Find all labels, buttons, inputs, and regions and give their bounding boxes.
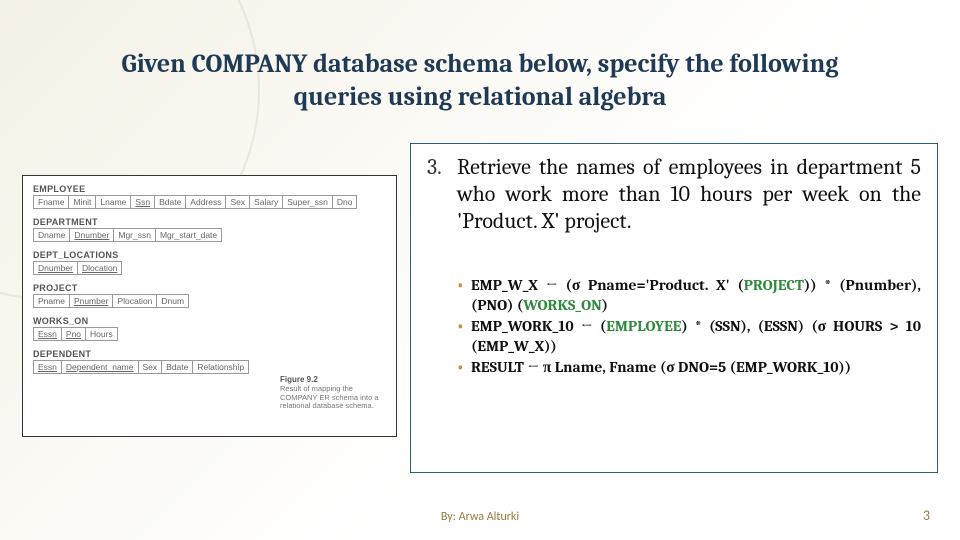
attr-cell: Dlocation [77, 262, 121, 275]
answer-item: RESULT ← π Lname, Fname (σ DNO=5 (EMP_WO… [457, 358, 921, 377]
answer-item: EMP_W_X ← (σ Pname='Product. X' (PROJECT… [457, 276, 921, 315]
relation-works_on: WORKS_ONEssnPnoHours [33, 316, 386, 341]
attr-cell: Pno [61, 328, 85, 341]
slide: Given COMPANY database schema below, spe… [0, 0, 960, 540]
attr-cell: Hours [86, 328, 118, 341]
relation-attrs: EssnDependent_nameSexBdateRelationship [33, 360, 249, 374]
figure-label: Figure 9.2 [280, 375, 318, 384]
answer-item: EMP_WORK_10 ← (EMPLOYEE) * (SSN), (ESSN)… [457, 317, 921, 356]
attr-cell: Plocation [113, 295, 157, 308]
relation-name: DEPENDENT [33, 349, 386, 359]
attr-cell: Salary [250, 196, 283, 209]
attr-cell: Essn [34, 361, 62, 374]
relation-attrs: DnumberDlocation [33, 261, 122, 275]
footer-page: 3 [923, 507, 930, 524]
relation-dept_locations: DEPT_LOCATIONSDnumberDlocation [33, 250, 386, 275]
attr-cell: Lname [96, 196, 131, 209]
attr-cell: Minit [69, 196, 96, 209]
relation-name: WORKS_ON [33, 316, 386, 326]
attr-cell: Fname [34, 196, 69, 209]
question-number: 3. [427, 154, 453, 180]
attr-cell: Pnumber [69, 295, 113, 308]
attr-cell: Pname [34, 295, 70, 308]
relation-attrs: EssnPnoHours [33, 327, 118, 341]
attr-cell: Dnum [157, 295, 189, 308]
attr-cell: Address [186, 196, 226, 209]
attr-cell: Ssn [131, 196, 155, 209]
attr-cell: Dnumber [70, 229, 114, 242]
answer-list: EMP_W_X ← (σ Pname='Product. X' (PROJECT… [457, 276, 921, 377]
relation-department: DEPARTMENTDnameDnumberMgr_ssnMgr_start_d… [33, 217, 386, 242]
relation-dependent: DEPENDENTEssnDependent_nameSexBdateRelat… [33, 349, 386, 374]
relation-name: DEPARTMENT [33, 217, 386, 227]
attr-cell: Sex [138, 361, 162, 374]
attr-cell: Relationship [193, 361, 249, 374]
attr-cell: Mgr_ssn [114, 229, 156, 242]
attr-cell: Sex [226, 196, 250, 209]
attr-cell: Bdate [155, 196, 186, 209]
figure-caption: Figure 9.2 Result of mapping the COMPANY… [280, 376, 392, 410]
relation-attrs: FnameMinitLnameSsnBdateAddressSexSalaryS… [33, 195, 357, 209]
relation-name: EMPLOYEE [33, 184, 386, 194]
relation-name: PROJECT [33, 283, 386, 293]
relation-project: PROJECTPnamePnumberPlocationDnum [33, 283, 386, 308]
attr-cell: Dependent_name [61, 361, 138, 374]
attr-cell: Dname [34, 229, 70, 242]
attr-cell: Essn [34, 328, 62, 341]
footer-author: By: Arwa Alturki [0, 510, 960, 524]
attr-cell: Mgr_start_date [155, 229, 221, 242]
question-text: Retrieve the names of employees in depar… [457, 154, 921, 234]
question-box: 3. Retrieve the names of employees in de… [410, 143, 938, 473]
attr-cell: Dnumber [34, 262, 78, 275]
schema-diagram: EMPLOYEEFnameMinitLnameSsnBdateAddressSe… [22, 175, 397, 437]
attr-cell: Super_ssn [283, 196, 333, 209]
slide-title: Given COMPANY database schema below, spe… [120, 48, 840, 115]
attr-cell: Dno [332, 196, 357, 209]
relation-attrs: PnamePnumberPlocationDnum [33, 294, 189, 308]
relation-employee: EMPLOYEEFnameMinitLnameSsnBdateAddressSe… [33, 184, 386, 209]
schema-relations: EMPLOYEEFnameMinitLnameSsnBdateAddressSe… [33, 184, 386, 374]
relation-name: DEPT_LOCATIONS [33, 250, 386, 260]
attr-cell: Bdate [162, 361, 193, 374]
figure-caption-text: Result of mapping the COMPANY ER schema … [280, 384, 379, 410]
relation-attrs: DnameDnumberMgr_ssnMgr_start_date [33, 228, 222, 242]
